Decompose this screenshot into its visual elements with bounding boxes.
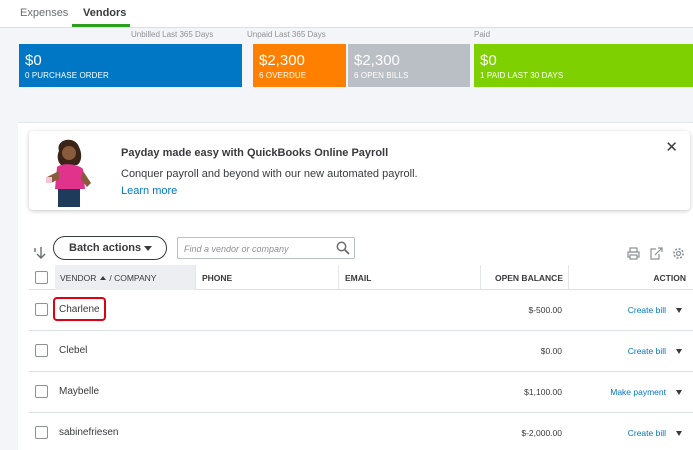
- column-action: ACTION: [568, 265, 693, 290]
- tab-bar: Expenses Vendors: [0, 0, 693, 27]
- annotation-highlight-box: [53, 297, 106, 321]
- column-phone[interactable]: PHONE: [195, 265, 338, 290]
- export-icon[interactable]: [650, 247, 663, 260]
- person-illustration: [46, 139, 91, 207]
- chevron-down-icon[interactable]: [676, 390, 682, 395]
- open-balance: $1,100.00: [524, 387, 562, 397]
- overdue-block[interactable]: $2,300 6 OVERDUE: [253, 44, 346, 87]
- column-open-balance[interactable]: OPEN BALANCE: [480, 265, 568, 290]
- paid-count: 1 PAID LAST 30 DAYS: [480, 71, 564, 80]
- table-row: Charlene $-500.00 Create bill: [29, 290, 693, 331]
- paid-label: Paid: [474, 30, 491, 39]
- chevron-down-icon: [144, 246, 152, 251]
- open-bills-count: 6 OPEN BILLS: [354, 71, 409, 80]
- print-icon[interactable]: [627, 247, 640, 260]
- table-row: Clebel $0.00 Create bill: [29, 331, 693, 372]
- overdue-count: 6 OVERDUE: [259, 71, 307, 80]
- vendor-search[interactable]: [177, 237, 355, 259]
- banner-title: Payday made easy with QuickBooks Online …: [121, 147, 389, 159]
- column-company-label: / COMPANY: [109, 273, 157, 283]
- batch-actions-label: Batch actions: [69, 242, 142, 254]
- overdue-amount: $2,300: [259, 52, 305, 69]
- vendor-name[interactable]: Clebel: [59, 345, 87, 356]
- close-icon[interactable]: ✕: [665, 140, 678, 155]
- sort-arrow-icon[interactable]: [34, 246, 46, 260]
- open-bills-amount: $2,300: [354, 52, 400, 69]
- vendor-name[interactable]: sabinefriesen: [59, 427, 118, 438]
- open-bills-block[interactable]: $2,300 6 OPEN BILLS: [348, 44, 470, 87]
- payroll-promo-banner: Payday made easy with QuickBooks Online …: [29, 131, 690, 210]
- column-vendor-label: VENDOR: [60, 273, 97, 283]
- make-payment-link[interactable]: Make payment: [610, 387, 666, 397]
- purchase-order-amount: $0: [25, 52, 42, 69]
- batch-actions-button[interactable]: Batch actions: [53, 236, 167, 260]
- banner-description: Conquer payroll and beyond with our new …: [121, 168, 418, 180]
- row-checkbox[interactable]: [35, 303, 48, 316]
- row-checkbox[interactable]: [35, 385, 48, 398]
- table-row: sabinefriesen $-2,000.00 Create bill: [29, 413, 693, 450]
- table-header: VENDOR / COMPANY PHONE EMAIL OPEN BALANCE…: [29, 265, 693, 290]
- tab-vendors[interactable]: Vendors: [83, 7, 126, 19]
- gear-icon[interactable]: [672, 247, 685, 260]
- open-balance: $0.00: [540, 346, 562, 356]
- open-balance: $-2,000.00: [521, 428, 562, 438]
- create-bill-link[interactable]: Create bill: [628, 305, 666, 315]
- unpaid-label: Unpaid Last 365 Days: [247, 30, 326, 39]
- learn-more-link[interactable]: Learn more: [121, 185, 177, 197]
- tab-expenses[interactable]: Expenses: [20, 7, 68, 19]
- create-bill-link[interactable]: Create bill: [628, 428, 666, 438]
- row-checkbox[interactable]: [35, 344, 48, 357]
- paid-block[interactable]: $0 1 PAID LAST 30 DAYS: [474, 44, 693, 87]
- vendor-search-input[interactable]: [184, 242, 332, 255]
- chevron-down-icon[interactable]: [676, 349, 682, 354]
- sort-ascending-icon: [100, 276, 107, 281]
- column-vendor[interactable]: VENDOR / COMPANY: [55, 265, 195, 290]
- tab-divider: [0, 27, 693, 28]
- purchase-order-count: 0 PURCHASE ORDER: [25, 71, 109, 80]
- create-bill-link[interactable]: Create bill: [628, 346, 666, 356]
- table-row: Maybelle $1,100.00 Make payment: [29, 372, 693, 413]
- vendor-name[interactable]: Maybelle: [59, 386, 99, 397]
- unbilled-label: Unbilled Last 365 Days: [131, 30, 214, 39]
- select-all-checkbox[interactable]: [35, 271, 48, 284]
- paid-amount: $0: [480, 52, 497, 69]
- row-checkbox[interactable]: [35, 426, 48, 439]
- open-balance: $-500.00: [528, 305, 562, 315]
- column-email[interactable]: EMAIL: [338, 265, 480, 290]
- chevron-down-icon[interactable]: [676, 431, 682, 436]
- search-icon[interactable]: [336, 241, 350, 255]
- purchase-order-block[interactable]: $0 0 PURCHASE ORDER: [19, 44, 242, 87]
- chevron-down-icon[interactable]: [676, 308, 682, 313]
